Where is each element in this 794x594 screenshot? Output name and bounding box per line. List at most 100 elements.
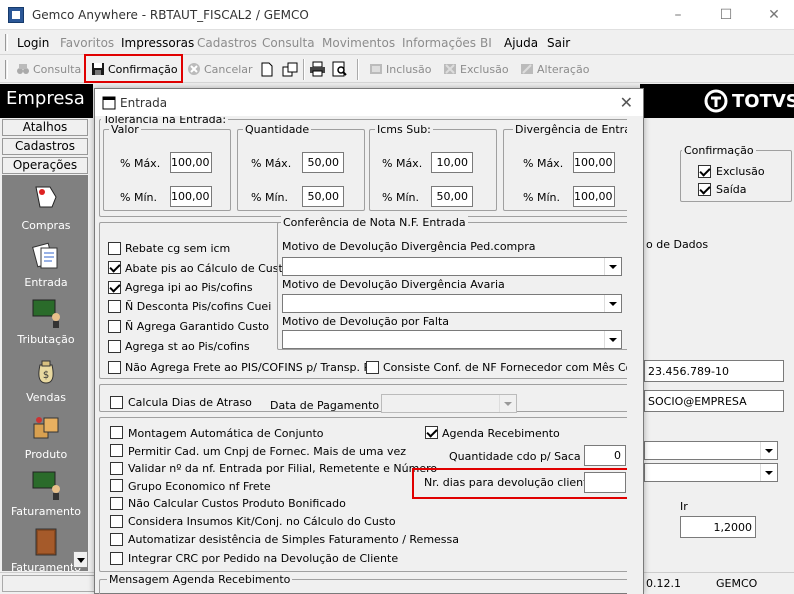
empresa-header: Empresa [0,84,93,118]
desconta-pis-checkbox[interactable] [108,300,121,313]
copy-document-icon[interactable] [282,62,298,77]
considera-insumos-checkbox[interactable] [110,515,123,528]
nao-agrega-frete-checkbox[interactable] [108,361,121,374]
scroll-down-button[interactable] [73,551,88,568]
valor-min-input[interactable]: 100,00 [170,186,212,207]
toolbar-separator [303,59,305,80]
motivo-falta-label: Motivo de Devolução por Falta [282,315,449,328]
automatizar-checkbox[interactable] [110,533,123,546]
agrega-garantido-checkbox[interactable] [108,320,121,333]
dialog-scrollbar[interactable] [627,116,643,594]
motivo-avaria-select[interactable] [282,294,622,313]
dialog-close-icon[interactable]: ✕ [620,93,633,112]
dados-text: o de Dados [646,238,709,251]
sidebar-item-tributacao[interactable]: Tributação [2,297,90,346]
film-add-icon [370,64,382,74]
permitir-cnpj-checkbox[interactable] [110,444,123,457]
totvs-logo-icon [704,89,728,113]
agrega-ipi-checkbox[interactable] [108,281,121,294]
tab-operacoes[interactable]: Operações [2,157,88,174]
valor-max-input[interactable]: 100,00 [170,152,212,173]
presentation-board-icon [32,299,60,328]
agenda-checkbox[interactable] [425,426,438,439]
menu-bi[interactable]: BI [480,36,492,50]
tab-atalhos[interactable]: Atalhos [2,119,88,136]
email-field[interactable]: SOCIO@EMPRESA [644,390,784,412]
menu-cadastros[interactable]: Cadastros [197,36,257,50]
integrar-crc-checkbox[interactable] [110,552,123,565]
background-select-1[interactable] [644,441,778,460]
data-pagamento-select[interactable] [381,394,517,413]
calcula-dias-checkbox[interactable] [110,396,123,409]
rebate-checkbox[interactable] [108,242,121,255]
new-document-icon[interactable] [260,62,274,77]
menu-login[interactable]: Login [17,36,49,50]
menu-impressoras[interactable]: Impressoras [121,36,194,50]
abate-pis-checkbox[interactable] [108,261,121,274]
integrar-crc-label: Integrar CRC por Pedido na Devolução de … [128,552,399,565]
agrega-st-checkbox[interactable] [108,340,121,353]
qtd-cdo-input[interactable]: 0 [584,445,626,466]
menu-sair[interactable]: Sair [547,36,570,50]
menu-movimentos[interactable]: Movimentos [322,36,395,50]
cnpj-field[interactable]: 23.456.789-10 [644,360,784,382]
menu-favoritos[interactable]: Favoritos [60,36,114,50]
menu-consulta[interactable]: Consulta [262,36,315,50]
tab-cadastros[interactable]: Cadastros [2,138,88,155]
printer-icon[interactable] [309,61,326,77]
maximize-button[interactable]: ☐ [716,5,736,25]
abate-pis-label: Abate pis ao Cálculo de Custo [125,262,290,275]
icms-sub-label: Icms Sub: [375,123,433,136]
menu-ajuda[interactable]: Ajuda [504,36,538,50]
nao-agrega-frete-label: Não Agrega Frete ao PIS/COFINS p/ Transp… [125,361,377,374]
grupo-economico-checkbox[interactable] [110,479,123,492]
divergencia-min-input[interactable]: 100,00 [573,186,615,207]
sidebar-item-compras[interactable]: Compras [2,183,90,232]
cancel-icon [188,63,200,75]
icms-min-label: % Mín. [382,191,419,204]
icms-max-input[interactable]: 10,00 [431,152,473,173]
motivo-falta-select[interactable] [282,330,622,349]
alteracao-button[interactable]: Alteração [518,59,589,80]
divergencia-max-input[interactable]: 100,00 [573,152,615,173]
quantidade-max-input[interactable]: 50,00 [302,152,344,173]
svg-text:$: $ [43,370,49,381]
cancelar-button[interactable]: Cancelar [185,59,253,80]
nao-calcular-checkbox[interactable] [110,497,123,510]
chevron-down-icon [604,258,621,275]
exclusao-button[interactable]: Exclusão [441,59,509,80]
quantidade-min-input[interactable]: 50,00 [302,186,344,207]
validar-nf-checkbox[interactable] [110,462,123,475]
sidebar-item-faturamento[interactable]: Faturamento [2,469,90,518]
consulta-button[interactable]: Consulta [14,59,81,80]
toolbar-separator [357,59,359,80]
print-preview-icon[interactable] [331,61,348,77]
motivo-ped-compra-label: Motivo de Devolução Divergência Ped.comp… [282,240,536,253]
sidebar-item-entrada[interactable]: Entrada [2,240,90,289]
chevron-down-icon [499,395,516,412]
divergencia-min-label: % Mín. [523,191,560,204]
chevron-down-icon [77,558,85,563]
saida-checkbox[interactable] [698,183,711,196]
shopping-hand-icon [35,186,57,208]
dialog-body: Tolerância na Entrada: Valor % Máx. 100,… [95,116,643,594]
binoculars-icon [17,64,29,74]
quantidade-min-label: % Mín. [251,191,288,204]
menu-informacoes[interactable]: Informações [402,36,476,50]
consiste-conf-checkbox[interactable] [366,361,379,374]
close-button[interactable]: ✕ [764,5,784,25]
motivo-ped-compra-select[interactable] [282,257,622,276]
exclusao-checkbox[interactable] [698,165,711,178]
montagem-checkbox[interactable] [110,426,123,439]
chevron-down-icon [604,331,621,348]
minimize-button[interactable]: – [668,5,688,25]
nao-calcular-label: Não Calcular Custos Produto Bonificado [128,497,346,510]
considera-insumos-label: Considera Insumos Kit/Conj. no Cálculo d… [128,515,396,528]
background-select-2[interactable] [644,463,778,482]
sidebar-item-produto[interactable]: Produto [2,412,90,461]
icms-min-input[interactable]: 50,00 [431,186,473,207]
inclusao-button[interactable]: Inclusão [367,59,432,80]
ir-field[interactable]: 1,2000 [680,516,756,538]
sidebar-item-vendas[interactable]: $ Vendas [2,355,90,404]
menu-bar: Login Favoritos Impressoras Cadastros Co… [0,31,794,55]
